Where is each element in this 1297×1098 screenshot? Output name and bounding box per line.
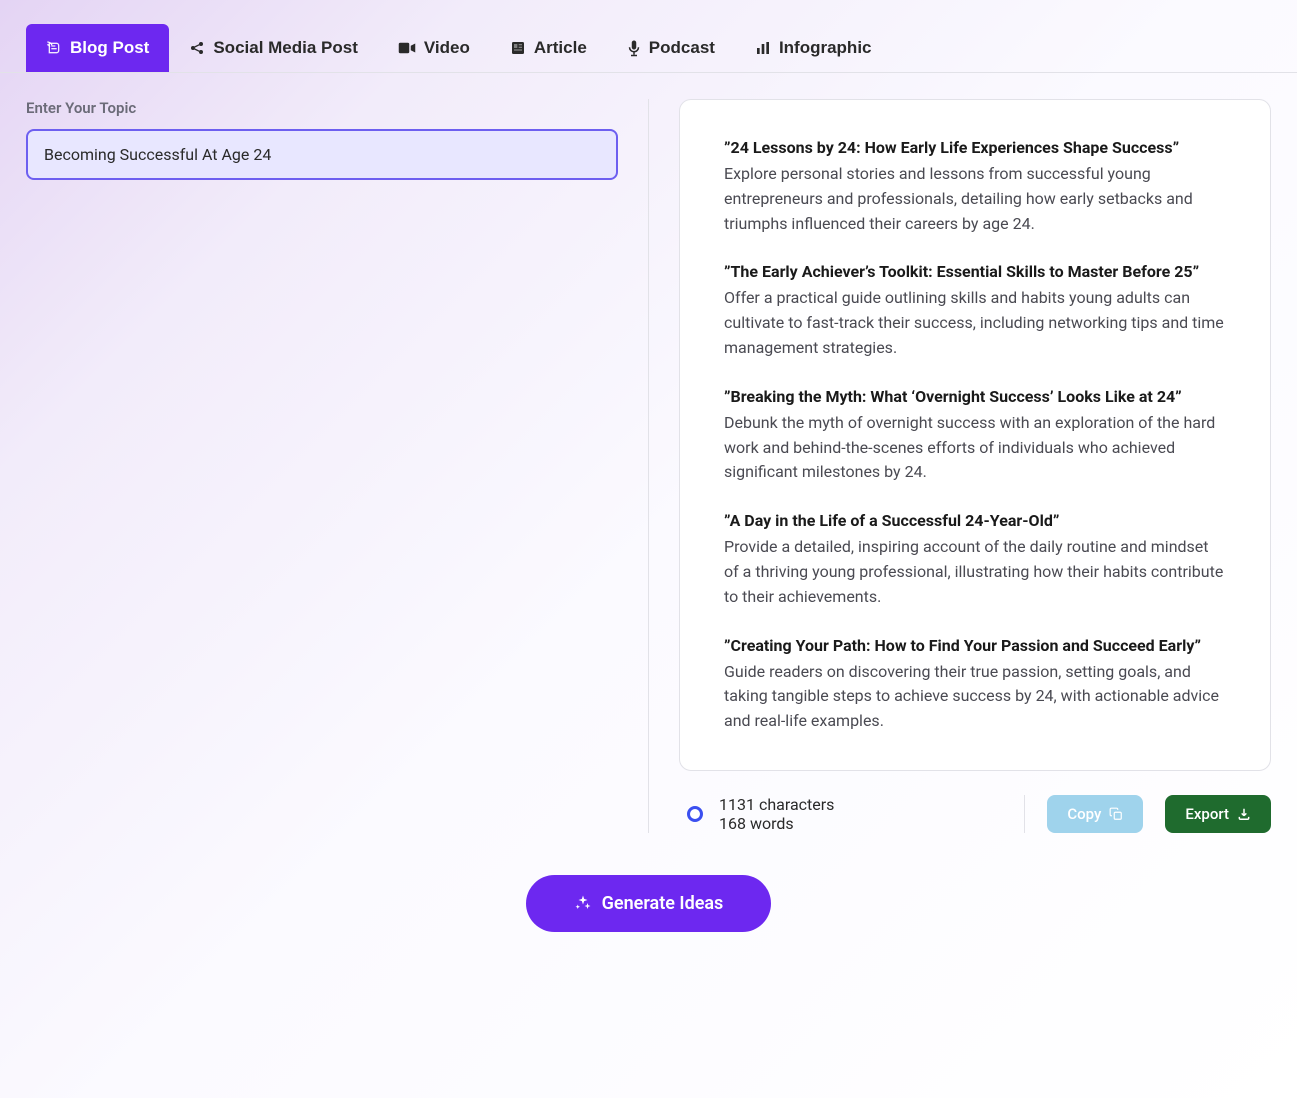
words-count: 168 words (719, 814, 834, 833)
tab-label: Blog Post (70, 38, 149, 58)
blog-icon (46, 40, 62, 56)
tab-blog-post[interactable]: Blog Post (26, 24, 169, 72)
sparkle-icon (574, 894, 592, 912)
idea-item: ”A Day in the Life of a Successful 24-Ye… (724, 509, 1226, 609)
generate-row: Generate Ideas (0, 859, 1297, 960)
mic-icon (627, 39, 641, 57)
idea-item: ”The Early Achiever’s Toolkit: Essential… (724, 260, 1226, 360)
idea-description: Explore personal stories and lessons fro… (724, 162, 1226, 236)
idea-description: Guide readers on discovering their true … (724, 660, 1226, 734)
share-icon (189, 40, 205, 56)
export-button[interactable]: Export (1165, 795, 1271, 833)
idea-item: ”24 Lessons by 24: How Early Life Experi… (724, 136, 1226, 236)
idea-item: ”Breaking the Myth: What ‘Overnight Succ… (724, 385, 1226, 485)
tab-label: Podcast (649, 38, 715, 58)
idea-title: ”Creating Your Path: How to Find Your Pa… (724, 634, 1226, 658)
copy-icon (1109, 807, 1123, 821)
idea-title: ”Breaking the Myth: What ‘Overnight Succ… (724, 385, 1226, 409)
stats-text: 1131 characters 168 words (719, 795, 834, 833)
article-icon (510, 40, 526, 56)
chart-icon (755, 40, 771, 56)
tab-podcast[interactable]: Podcast (607, 24, 735, 72)
video-icon (398, 40, 416, 56)
idea-description: Debunk the myth of overnight success wit… (724, 411, 1226, 485)
tab-video[interactable]: Video (378, 24, 490, 72)
tab-label: Social Media Post (213, 38, 358, 58)
tab-label: Infographic (779, 38, 872, 58)
copy-button[interactable]: Copy (1047, 795, 1143, 833)
input-panel: Enter Your Topic (26, 99, 649, 833)
idea-description: Offer a practical guide outlining skills… (724, 286, 1226, 360)
copy-label: Copy (1067, 805, 1101, 823)
characters-count: 1131 characters (719, 795, 834, 814)
generate-label: Generate Ideas (602, 893, 724, 914)
output-panel: ”24 Lessons by 24: How Early Life Experi… (649, 99, 1271, 833)
content-type-tabs: Blog Post Social Media Post Video Articl… (0, 0, 1297, 73)
tab-infographic[interactable]: Infographic (735, 24, 892, 72)
progress-ring-icon (687, 806, 703, 822)
download-icon (1237, 807, 1251, 821)
stats-block: 1131 characters 168 words (687, 795, 834, 833)
topic-input[interactable] (26, 129, 618, 180)
idea-title: ”24 Lessons by 24: How Early Life Experi… (724, 136, 1226, 160)
tab-label: Video (424, 38, 470, 58)
ideas-card: ”24 Lessons by 24: How Early Life Experi… (679, 99, 1271, 771)
idea-title: ”A Day in the Life of a Successful 24-Ye… (724, 509, 1226, 533)
tab-article[interactable]: Article (490, 24, 607, 72)
tab-label: Article (534, 38, 587, 58)
output-footer: 1131 characters 168 words Copy Export (679, 795, 1271, 833)
generate-ideas-button[interactable]: Generate Ideas (526, 875, 772, 932)
idea-item: ”Creating Your Path: How to Find Your Pa… (724, 634, 1226, 734)
export-label: Export (1185, 805, 1229, 823)
topic-label: Enter Your Topic (26, 99, 618, 117)
main-content: Enter Your Topic ”24 Lessons by 24: How … (0, 73, 1297, 859)
tab-social-media[interactable]: Social Media Post (169, 24, 378, 72)
idea-description: Provide a detailed, inspiring account of… (724, 535, 1226, 609)
idea-title: ”The Early Achiever’s Toolkit: Essential… (724, 260, 1226, 284)
output-actions: Copy Export (1024, 795, 1271, 833)
